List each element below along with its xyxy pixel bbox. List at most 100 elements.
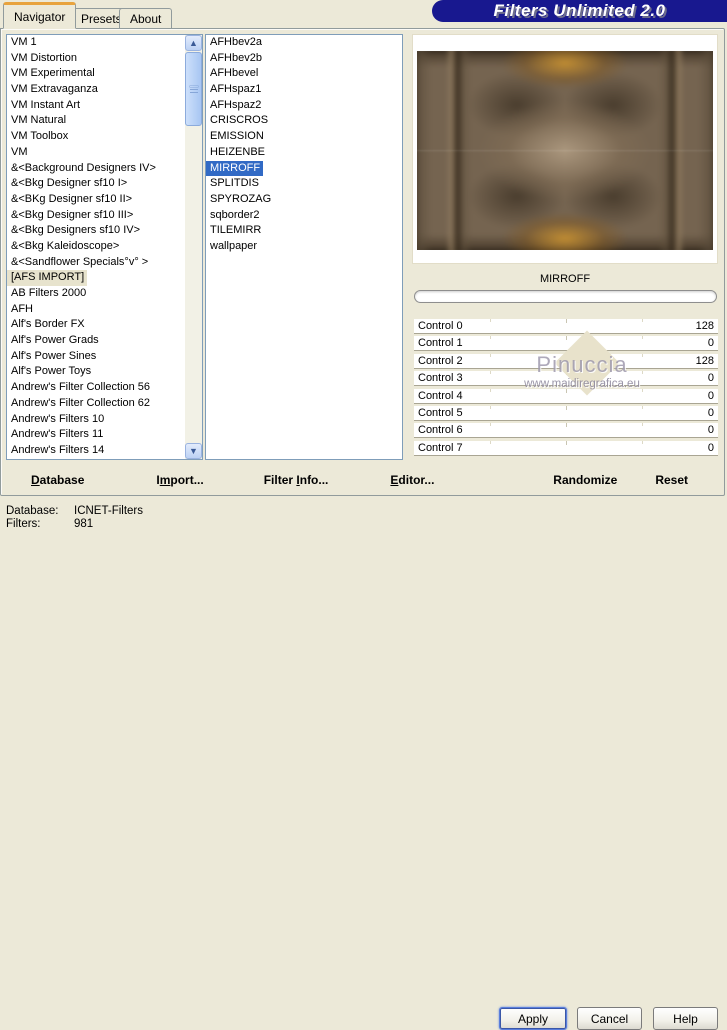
scroll-up-icon[interactable]: ▲ (185, 35, 202, 51)
control-row: Control 5 0 (414, 405, 718, 423)
editor-button[interactable]: Editor... (390, 473, 434, 487)
category-item[interactable]: VM Extravaganza (7, 82, 185, 98)
category-item[interactable]: VM Natural (7, 113, 185, 129)
category-item[interactable]: &<Bkg Kaleidoscope> (7, 239, 185, 255)
control-label: Control 3 (418, 372, 463, 385)
category-item[interactable]: Andrew's Filters 11 (7, 427, 185, 443)
status-database-label: Database: (6, 505, 59, 517)
control-label: Control 1 (418, 337, 463, 350)
filter-item[interactable]: AFHbevel (206, 66, 402, 82)
control-value: 0 (707, 389, 714, 402)
control-value: 0 (707, 372, 714, 385)
control-row: Control 6 0 (414, 423, 718, 440)
status-bar: Database: ICNET-Filters Filters: 981 Apply… (0, 497, 727, 1030)
control-value: 0 (707, 441, 714, 454)
filter-preview-image (417, 51, 713, 250)
apply-button[interactable]: Apply (499, 1007, 567, 1030)
filter-item[interactable]: TILEMIRR (206, 223, 402, 239)
preview-quadrant (565, 51, 713, 151)
category-item[interactable]: &<Bkg Designers sf10 IV> (7, 223, 185, 239)
category-item[interactable]: &<Background Designers IV> (7, 161, 185, 177)
category-item[interactable]: [AFS IMPORT] (7, 270, 88, 286)
control-label: Control 4 (418, 389, 463, 402)
filter-info-button[interactable]: Filter Info... (264, 473, 329, 487)
status-database-value: ICNET-Filters (74, 505, 143, 517)
category-item[interactable]: Andrew's Filters 10 (7, 412, 185, 428)
category-item[interactable]: VM Distortion (7, 51, 185, 67)
filter-item[interactable]: MIRROFF (206, 160, 264, 177)
filter-item[interactable]: AFHbev2b (206, 51, 402, 67)
control-value: 128 (695, 320, 714, 332)
control-slider-track[interactable]: Control 2 128 (414, 353, 718, 369)
category-item[interactable]: AFH (7, 302, 185, 318)
filters-unlimited-window: { "window": { "title": "Filters Unlimite… (0, 0, 727, 1030)
preview-quadrant (417, 51, 565, 151)
category-scrollbar[interactable]: ▲ ▼ (185, 35, 202, 459)
cancel-button[interactable]: Cancel (577, 1007, 642, 1030)
control-label: Control 5 (418, 406, 463, 419)
scrollbar-thumb[interactable] (185, 52, 202, 126)
category-item[interactable]: Alf's Power Toys (7, 364, 185, 380)
control-value: 128 (695, 354, 714, 367)
filter-item[interactable]: sqborder2 (206, 208, 402, 224)
reset-button[interactable]: Reset (655, 473, 688, 487)
category-item[interactable]: VM Toolbox (7, 129, 185, 145)
filter-item[interactable]: HEIZENBE (206, 145, 402, 161)
status-filters: Filters: 981 (6, 518, 93, 530)
category-item[interactable]: Andrew's Filter Collection 62 (7, 396, 185, 412)
bottom-toolbar: Database Import... Filter Info... Editor… (3, 465, 724, 495)
filter-item[interactable]: wallpaper (206, 239, 402, 255)
import-button[interactable]: Import... (156, 473, 203, 487)
control-row: Control 3 0 (414, 371, 718, 388)
filter-detail-panel: MIRROFF Control 0 128 Control 1 0 Control 2 1… (412, 34, 720, 487)
filter-item[interactable]: AFHbev2a (206, 35, 402, 51)
category-item[interactable]: &<Bkg Designer sf10 III> (7, 208, 185, 224)
category-item[interactable]: VM 1 (7, 35, 185, 51)
category-item[interactable]: Andrew's Filter Collection 56 (7, 380, 185, 396)
status-filters-value: 981 (74, 518, 94, 530)
control-slider-track[interactable]: Control 1 0 (414, 336, 718, 352)
control-slider-track[interactable]: Control 6 0 (414, 423, 718, 439)
control-slider-track[interactable]: Control 4 0 (414, 388, 718, 404)
category-item[interactable]: &<BKg Designer sf10 II> (7, 192, 185, 208)
tab-about[interactable]: About (119, 8, 173, 29)
control-slider-track[interactable]: Control 3 0 (414, 371, 718, 387)
selected-filter-name: MIRROFF (539, 273, 591, 285)
control-value: 0 (707, 424, 714, 437)
app-title: Filters Unlimited 2.0 (493, 1, 666, 20)
category-item[interactable]: Alf's Border FX (7, 317, 185, 333)
category-item[interactable]: AB Filters 2000 (7, 286, 185, 302)
control-row: Control 4 0 (414, 388, 718, 406)
category-item[interactable]: VM (7, 145, 185, 161)
control-row: Control 0 128 (414, 319, 718, 336)
category-item[interactable]: Alf's Power Sines (7, 349, 185, 365)
progress-bar (414, 290, 717, 303)
filter-item[interactable]: SPLITDIS (206, 176, 402, 192)
preview-quadrant (417, 150, 565, 250)
category-item[interactable]: VM Experimental (7, 66, 185, 82)
category-items: VM 1 VM Distortion VM Experimental VM Extra… (7, 35, 185, 459)
filter-item[interactable]: CRISCROS (206, 113, 402, 129)
tab-navigator[interactable]: Navigator (3, 2, 77, 29)
category-item[interactable]: Andrew's Filters 14 (7, 443, 185, 459)
control-label: Control 2 (418, 354, 463, 367)
control-label: Control 7 (418, 441, 463, 454)
filter-item[interactable]: AFHspaz2 (206, 98, 402, 114)
scroll-down-icon[interactable]: ▼ (185, 443, 202, 459)
control-row: Control 1 0 (414, 336, 718, 353)
randomize-button[interactable]: Randomize (553, 473, 617, 487)
category-item[interactable]: VM Instant Art (7, 98, 185, 114)
filter-item[interactable]: EMISSION (206, 129, 402, 145)
help-button[interactable]: Help (653, 1007, 718, 1030)
database-button[interactable]: Database (31, 473, 84, 487)
control-row: Control 2 128 (414, 353, 718, 371)
preview-quadrant (565, 150, 713, 250)
control-slider-track[interactable]: Control 7 0 (414, 440, 718, 456)
category-item[interactable]: &<Sandflower Specials°v° > (7, 255, 185, 271)
control-slider-track[interactable]: Control 5 0 (414, 405, 718, 421)
filter-item[interactable]: SPYROZAG (206, 192, 402, 208)
category-item[interactable]: &<Bkg Designer sf10 I> (7, 176, 185, 192)
category-item[interactable]: Alf's Power Grads (7, 333, 185, 349)
control-slider-track[interactable]: Control 0 128 (414, 319, 718, 334)
filter-item[interactable]: AFHspaz1 (206, 82, 402, 98)
